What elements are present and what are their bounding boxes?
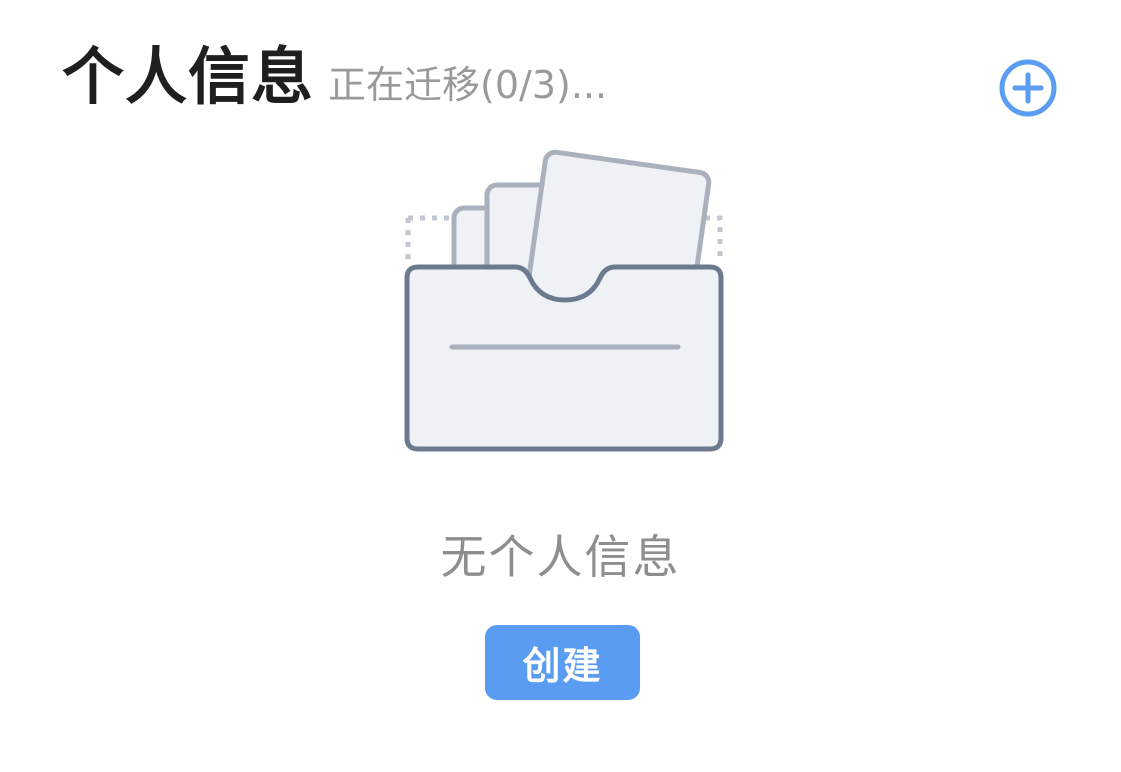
empty-state-message: 无个人信息 [440, 530, 681, 584]
empty-folder-illustration [390, 140, 740, 470]
page-title: 个人信息 [62, 40, 315, 113]
create-button[interactable]: 创建 [485, 625, 640, 700]
migration-status: 正在迁移(0/3)... [328, 63, 608, 107]
add-button[interactable] [998, 58, 1058, 118]
empty-folder-icon [404, 149, 724, 452]
plus-circle-icon [999, 59, 1057, 117]
page-header: 个人信息 正在迁移(0/3)... [62, 46, 607, 108]
